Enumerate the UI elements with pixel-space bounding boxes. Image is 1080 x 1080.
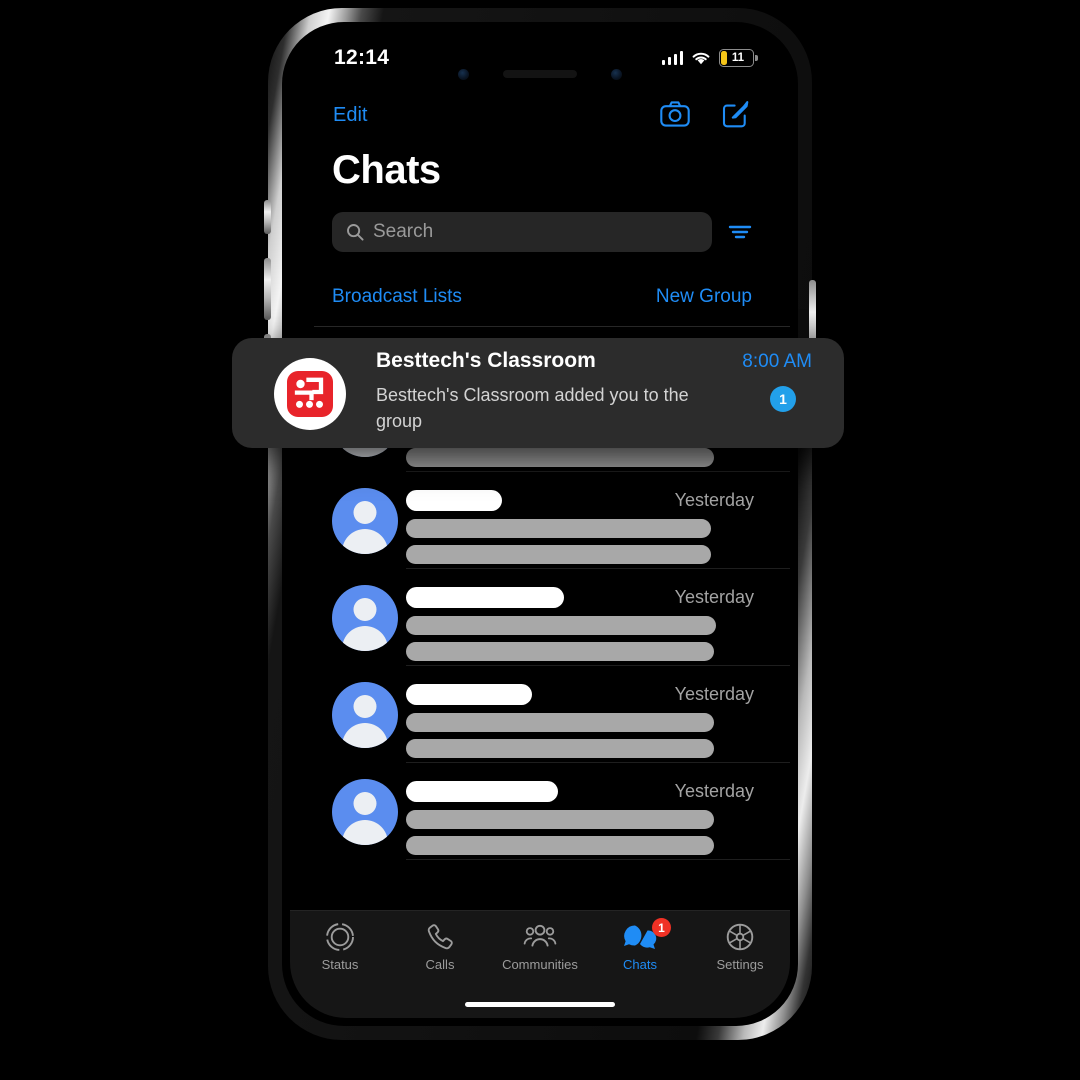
search-icon (347, 224, 364, 241)
phone-icon (426, 922, 454, 952)
gear-icon (725, 922, 755, 952)
edit-button[interactable]: Edit (333, 104, 367, 127)
chat-preview-line-2-redacted (406, 739, 714, 758)
mute-switch[interactable] (264, 200, 271, 234)
tab-label: Settings (716, 957, 764, 972)
besttech-logo-icon (287, 371, 333, 417)
notification-time: 8:00 AM (742, 351, 812, 372)
status-indicators: 11 (661, 49, 758, 67)
tab-label: Status (321, 957, 359, 972)
default-person-avatar-icon (332, 779, 398, 845)
search-row: Search (332, 212, 752, 252)
chat-list-item[interactable]: Yesterday (290, 472, 790, 569)
chat-preview-line-1-redacted (406, 519, 711, 538)
tab-label: Chats (623, 957, 657, 972)
chat-list-item[interactable]: Yesterday (290, 666, 790, 763)
chat-preview-line-1-redacted (406, 616, 716, 635)
divider (406, 859, 790, 860)
page-title: Chats (332, 148, 441, 192)
cellular-signal-icon (661, 51, 683, 65)
chat-list-item[interactable]: Yesterday (290, 569, 790, 666)
battery-icon: 11 (719, 49, 758, 67)
tab-status[interactable]: Status (290, 922, 390, 972)
chat-preview-line-1-redacted (406, 810, 714, 829)
tab-chats[interactable]: 1 Chats (590, 918, 690, 972)
tab-communities[interactable]: Communities (490, 922, 590, 972)
tab-label: Communities (502, 957, 578, 972)
divider (314, 326, 790, 327)
notification-avatar (274, 358, 346, 430)
chat-list-item[interactable]: Yesterday (290, 763, 790, 860)
navigation-bar: Edit (290, 92, 790, 144)
chat-timestamp: Yesterday (674, 781, 754, 801)
chat-name-redacted (406, 587, 564, 608)
chat-bubbles-icon: 1 (623, 918, 671, 952)
default-person-avatar-icon (332, 682, 398, 748)
tab-badge: 1 (652, 918, 671, 937)
new-group-button[interactable]: New Group (656, 286, 752, 308)
notification-unread-badge: 1 (770, 386, 796, 412)
battery-level-text: 11 (731, 52, 745, 64)
chat-preview-line-2-redacted (406, 836, 714, 855)
notification-card[interactable]: Besttech's Classroom Besttech's Classroo… (232, 338, 844, 448)
chat-name-redacted (406, 781, 558, 802)
chat-preview-line-2-redacted (406, 545, 711, 564)
chat-preview-line-1-redacted (406, 713, 714, 732)
tab-settings[interactable]: Settings (690, 922, 790, 972)
status-time: 12:14 (334, 46, 390, 69)
default-person-avatar-icon (332, 585, 398, 651)
tab-label: Calls (425, 957, 455, 972)
search-placeholder: Search (373, 221, 434, 242)
camera-icon[interactable] (660, 101, 690, 127)
phone-screen: 12:14 11 Edit Chats Search Broadcast Lis… (290, 30, 790, 1018)
notification-title: Besttech's Classroom (376, 349, 596, 372)
chat-timestamp: Yesterday (674, 587, 754, 607)
default-person-avatar-icon (332, 488, 398, 554)
volume-up-button[interactable] (264, 258, 271, 320)
nav-action-group (660, 100, 750, 128)
home-indicator[interactable] (465, 1002, 615, 1007)
status-ring-icon (325, 922, 355, 952)
front-camera-icon (458, 69, 469, 80)
search-input[interactable]: Search (332, 212, 712, 252)
device-notch (442, 60, 638, 90)
earpiece-speaker (503, 70, 577, 78)
chat-timestamp: Yesterday (674, 490, 754, 510)
chat-name-redacted (406, 490, 502, 511)
chat-name-redacted (406, 684, 532, 705)
chat-preview-line-2-redacted (406, 448, 714, 467)
notification-body: Besttech's Classroom added you to the gr… (376, 385, 689, 432)
communities-icon (523, 922, 557, 952)
filter-icon[interactable] (728, 223, 752, 241)
compose-icon[interactable] (722, 100, 750, 128)
quick-links-row: Broadcast Lists New Group (332, 286, 752, 308)
chat-timestamp: Yesterday (674, 684, 754, 704)
wifi-icon (692, 52, 710, 64)
broadcast-lists-button[interactable]: Broadcast Lists (332, 286, 462, 308)
tab-calls[interactable]: Calls (390, 922, 490, 972)
chat-preview-line-2-redacted (406, 642, 714, 661)
face-id-sensor-icon (611, 69, 622, 80)
